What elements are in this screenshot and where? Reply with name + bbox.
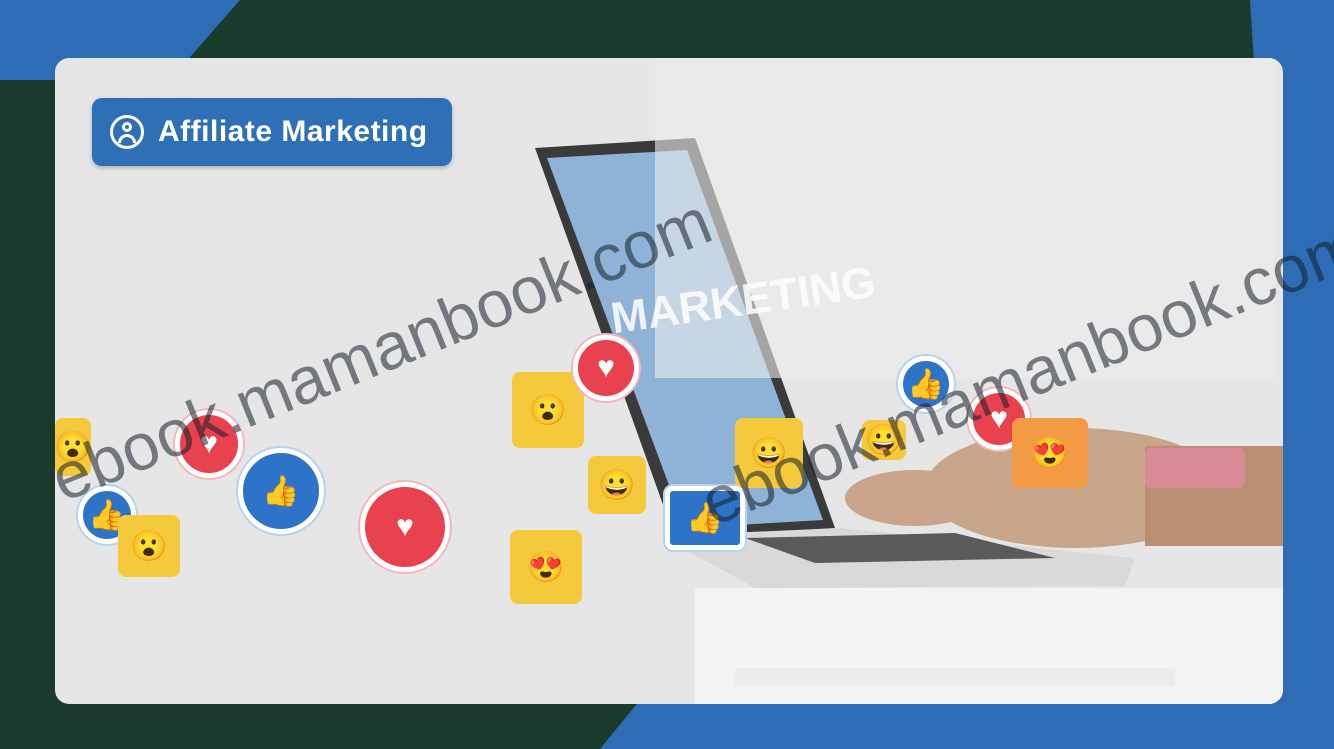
wow-face-icon: 😮	[512, 372, 584, 448]
heart-icon: ♥	[573, 335, 639, 401]
smile-face-icon: 😀	[588, 456, 646, 514]
smile-face-icon: 😀	[735, 418, 803, 488]
wow-face-icon: 😮	[54, 418, 92, 476]
image-frame: MARKETING Affiliate Marketing ♥ 👍 ♥ 👍 😮 …	[0, 0, 1334, 749]
like-icon: 👍	[238, 448, 324, 534]
like-icon: 👍	[665, 486, 745, 550]
smile-face-icon: 😀	[862, 420, 906, 460]
affiliate-marketing-badge: Affiliate Marketing	[92, 98, 452, 166]
heart-eyes-face-icon: 😍	[510, 530, 582, 604]
wow-face-icon: 😮	[118, 515, 180, 577]
heart-eyes-face-icon: 😍	[1012, 418, 1088, 488]
heart-icon: ♥	[360, 482, 450, 572]
user-circle-icon	[110, 115, 144, 149]
badge-label: Affiliate Marketing	[158, 115, 428, 148]
heart-icon: ♥	[175, 410, 243, 478]
like-icon: 👍	[898, 356, 954, 412]
